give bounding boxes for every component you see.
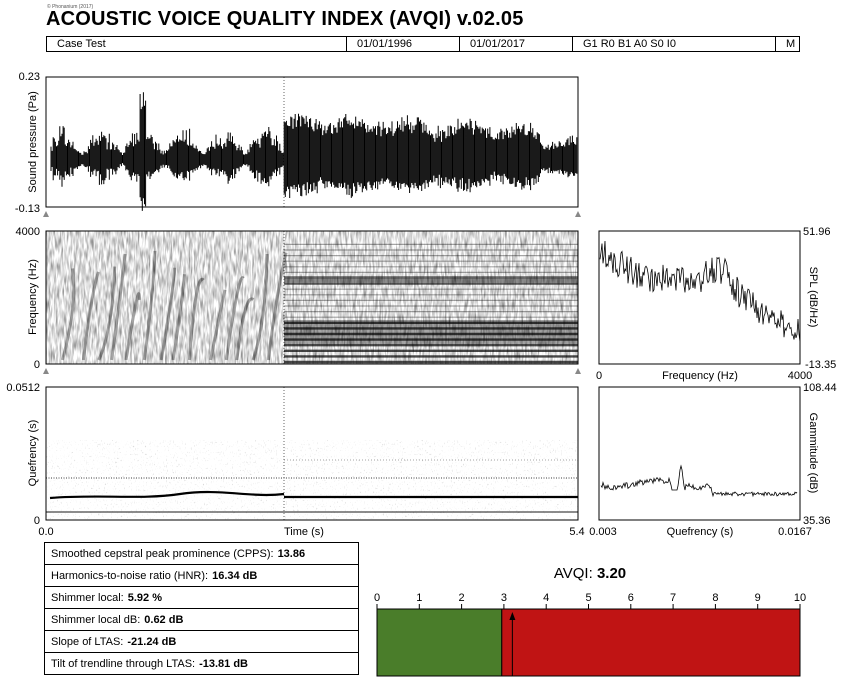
ltas-panel: 0 4000 Frequency (Hz) 51.96 -13.35 SPL (…: [596, 226, 836, 382]
measure-row-shimmer-db: Shimmer local dB: 0.62 dB: [45, 609, 359, 631]
ltas-y-label: SPL (dB/Hz): [807, 267, 819, 328]
measure-label: Harmonics-to-noise ratio (HNR):: [51, 569, 209, 582]
acoustic-measures-table: Smoothed cepstral peak prominence (CPPS)…: [44, 542, 359, 675]
spectrogram-y-max: 4000: [16, 226, 40, 238]
avqi-tick-label: 8: [712, 592, 718, 604]
measure-label: Shimmer local:: [51, 591, 124, 604]
spectrogram-formant-band: [284, 276, 578, 285]
avqi-tick-label: 9: [755, 592, 761, 604]
avqi-tick-label: 3: [501, 592, 507, 604]
measure-value: 0.62 dB: [144, 613, 184, 626]
ltas-x-label: Frequency (Hz): [662, 370, 738, 382]
oscillogram-y-min: -0.13: [15, 203, 40, 215]
cepstrum-x-label: Quefrency (s): [667, 526, 734, 538]
spectrogram-formant-band: [284, 320, 578, 344]
spectrogram-y-min: 0: [34, 359, 40, 371]
ltas-x-min: 0: [596, 370, 602, 382]
measure-value: 5.92 %: [127, 591, 162, 604]
cepstrogram-x-max: 5.4: [569, 526, 584, 538]
cepstrogram-x-min: 0.0: [38, 526, 53, 538]
oscillogram-y-max: 0.23: [19, 71, 40, 83]
measure-row-ltas-tilt: Tilt of trendline through LTAS: -13.81 dB: [45, 653, 359, 675]
avqi-tick-label: 5: [585, 592, 591, 604]
measure-row-shimmer-local: Shimmer local: 5.92 %: [45, 587, 359, 609]
spectrogram-y-label: Frequency (Hz): [27, 259, 39, 335]
avqi-scale: 0 1 2 3 4 5 6 7 8 9 10: [374, 592, 806, 677]
avqi-pathological-range-bar: [501, 608, 801, 677]
cepstrogram-panel: 0.0512 0 Quefrency (s) 0.0 Time (s) 5.4: [6, 382, 584, 538]
avqi-tick-label: 2: [459, 592, 465, 604]
cepstrum-x-min: 0.003: [589, 526, 617, 538]
ltas-frame: [598, 230, 801, 365]
measure-value: -21.24 dB: [127, 635, 177, 648]
ltas-y-max: 51.96: [803, 226, 831, 238]
cepstrogram-x-label: Time (s): [284, 526, 324, 538]
cepstrum-y-label: Gammitude (dB): [807, 413, 819, 494]
avqi-score-heading: AVQI: 3.20: [500, 565, 680, 582]
avqi-tick-label: 6: [628, 592, 634, 604]
avqi-score-value: 3.20: [596, 565, 627, 582]
cepstrum-y-min: 35.36: [803, 515, 831, 527]
avqi-normal-range-bar: [376, 608, 503, 677]
left-marker-icon: [43, 368, 49, 374]
oscillogram-panel: 0.23 -0.13 Sound pressure (Pa): [15, 71, 581, 217]
measure-value: 16.34 dB: [212, 569, 258, 582]
right-marker-icon: [575, 368, 581, 374]
cepstrum-y-max: 108.44: [803, 382, 837, 394]
measure-label: Tilt of trendline through LTAS:: [51, 657, 196, 670]
measure-row-hnr: Harmonics-to-noise ratio (HNR): 16.34 dB: [45, 565, 359, 587]
measure-label: Smoothed cepstral peak prominence (CPPS)…: [51, 547, 274, 560]
ltas-x-max: 4000: [788, 370, 812, 382]
cepstrum-frame: [598, 386, 801, 521]
cepstrogram-y-max: 0.0512: [6, 382, 40, 394]
cepstrogram-y-label: Quefrency (s): [27, 420, 39, 487]
avqi-scale-ticks: 0 1 2 3 4 5 6 7 8 9 10: [374, 592, 806, 609]
measure-label: Shimmer local dB:: [51, 613, 141, 626]
avqi-tick-label: 4: [543, 592, 549, 604]
measure-label: Slope of LTAS:: [51, 635, 124, 648]
measure-row-ltas-slope: Slope of LTAS: -21.24 dB: [45, 631, 359, 653]
cepstrum-x-max: 0.0167: [778, 526, 812, 538]
measure-value: -13.81 dB: [199, 657, 249, 670]
avqi-tick-label: 7: [670, 592, 676, 604]
cepstrogram-noise: [46, 440, 578, 520]
ltas-y-min: -13.35: [805, 359, 836, 371]
measure-value: 13.86: [277, 547, 306, 560]
avqi-tick-label: 1: [416, 592, 422, 604]
oscillogram-y-label: Sound pressure (Pa): [27, 91, 39, 193]
avqi-score-label: AVQI:: [553, 565, 593, 582]
left-marker-icon: [43, 211, 49, 217]
cepstrum-panel: 0.003 Quefrency (s) 0.0167 108.44 35.36 …: [589, 382, 836, 538]
right-marker-icon: [575, 211, 581, 217]
spectrogram-panel: 4000 0 Frequency (Hz): [16, 226, 581, 374]
measure-row-cpps: Smoothed cepstral peak prominence (CPPS)…: [45, 543, 359, 565]
avqi-tick-label: 10: [794, 592, 806, 604]
avqi-tick-label: 0: [374, 592, 380, 604]
